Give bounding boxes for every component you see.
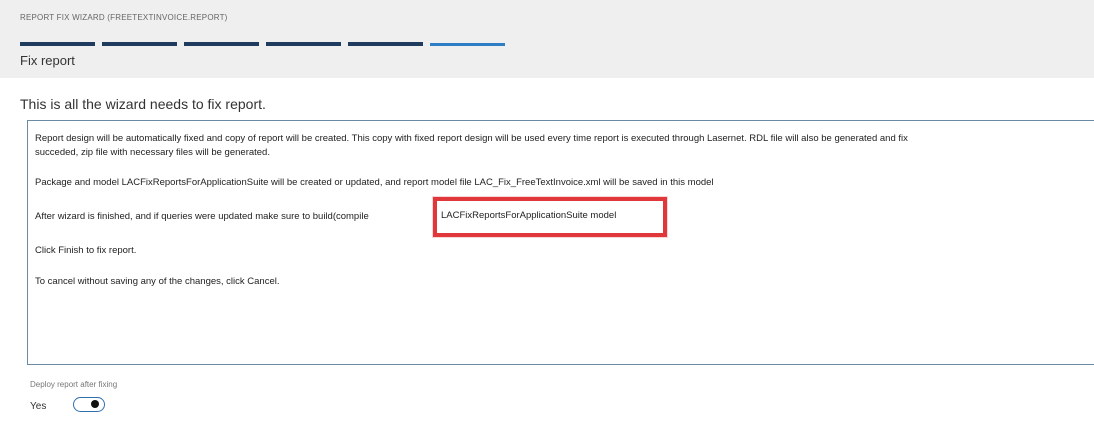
wizard-title: REPORT FIX WIZARD (FREETEXTINVOICE.REPOR…	[20, 13, 228, 22]
progress-step-2	[102, 42, 177, 46]
message-line-5: Click Finish to fix report.	[35, 245, 137, 256]
message-line-6: To cancel without saving any of the chan…	[35, 276, 280, 287]
progress-step-3	[184, 42, 259, 46]
toggle-knob	[91, 400, 99, 408]
progress-step-1	[20, 42, 95, 46]
progress-step-4	[266, 42, 341, 46]
deploy-toggle-state: Yes	[30, 401, 47, 412]
highlight-model-name: LACFixReportsForApplicationSuite model	[441, 210, 617, 221]
message-line-2: succeded, zip file with necessary files …	[35, 147, 270, 158]
message-textbox[interactable]: Report design will be automatically fixe…	[27, 120, 1094, 365]
deploy-toggle-switch[interactable]	[73, 397, 105, 412]
progress-step-5	[348, 42, 423, 46]
message-line-1: Report design will be automatically fixe…	[35, 133, 908, 144]
message-line-3: Package and model LACFixReportsForApplic…	[35, 177, 714, 188]
step-title: Fix report	[20, 53, 75, 68]
highlight-box: LACFixReportsForApplicationSuite model	[433, 197, 667, 237]
deploy-toggle-label: Deploy report after fixing	[30, 380, 118, 389]
message-line-4: After wizard is finished, and if queries…	[35, 211, 369, 222]
progress-step-6-current	[430, 43, 505, 46]
page-heading: This is all the wizard needs to fix repo…	[20, 96, 266, 112]
wizard-header: REPORT FIX WIZARD (FREETEXTINVOICE.REPOR…	[0, 0, 1094, 78]
